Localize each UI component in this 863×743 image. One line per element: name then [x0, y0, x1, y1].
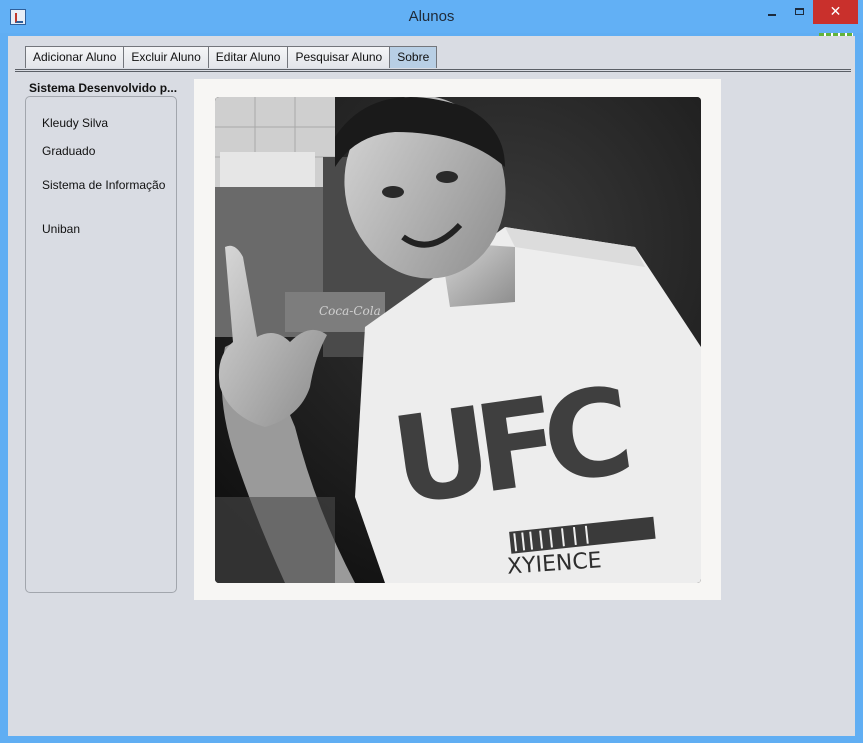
photo-frame: Coca-Cola UFC XYIENCE	[194, 79, 721, 600]
tab-sobre[interactable]: Sobre	[389, 46, 438, 68]
tab-excluir-aluno[interactable]: Excluir Aluno	[123, 46, 209, 68]
tab-adicionar-aluno[interactable]: Adicionar Aluno	[25, 46, 125, 68]
developer-degree: Graduado	[42, 144, 96, 158]
maximize-icon	[795, 8, 804, 15]
about-info-box: Kleudy Silva Graduado Sistema de Informa…	[25, 96, 177, 593]
tab-bar: Adicionar Aluno Excluir Aluno Editar Alu…	[25, 46, 438, 69]
tab-divider	[15, 69, 851, 72]
close-icon: ✕	[829, 4, 842, 20]
tab-pesquisar-aluno[interactable]: Pesquisar Aluno	[287, 46, 391, 68]
coca-cola-sign: Coca-Cola	[319, 304, 381, 318]
content-pane: Adicionar Aluno Excluir Aluno Editar Alu…	[8, 36, 855, 736]
maximize-button[interactable]	[786, 2, 814, 24]
about-panel-title: Sistema Desenvolvido p...	[29, 81, 178, 95]
tab-editar-aluno[interactable]: Editar Aluno	[207, 46, 289, 68]
developer-institution: Uniban	[42, 222, 81, 236]
minimize-button[interactable]	[758, 2, 786, 24]
minimize-icon	[768, 14, 776, 16]
developer-name: Kleudy Silva	[42, 116, 109, 130]
developer-photo-illustration: Coca-Cola UFC XYIENCE	[215, 97, 701, 583]
close-button[interactable]: ✕	[813, 0, 858, 24]
title-bar[interactable]: Alunos ✕	[0, 0, 863, 33]
developer-photo: Coca-Cola UFC XYIENCE	[215, 97, 701, 583]
app-window: Alunos ✕ Adicionar Aluno Excluir Aluno E…	[0, 0, 863, 743]
developer-course: Sistema de Informação	[42, 178, 166, 192]
window-title: Alunos	[408, 8, 455, 25]
